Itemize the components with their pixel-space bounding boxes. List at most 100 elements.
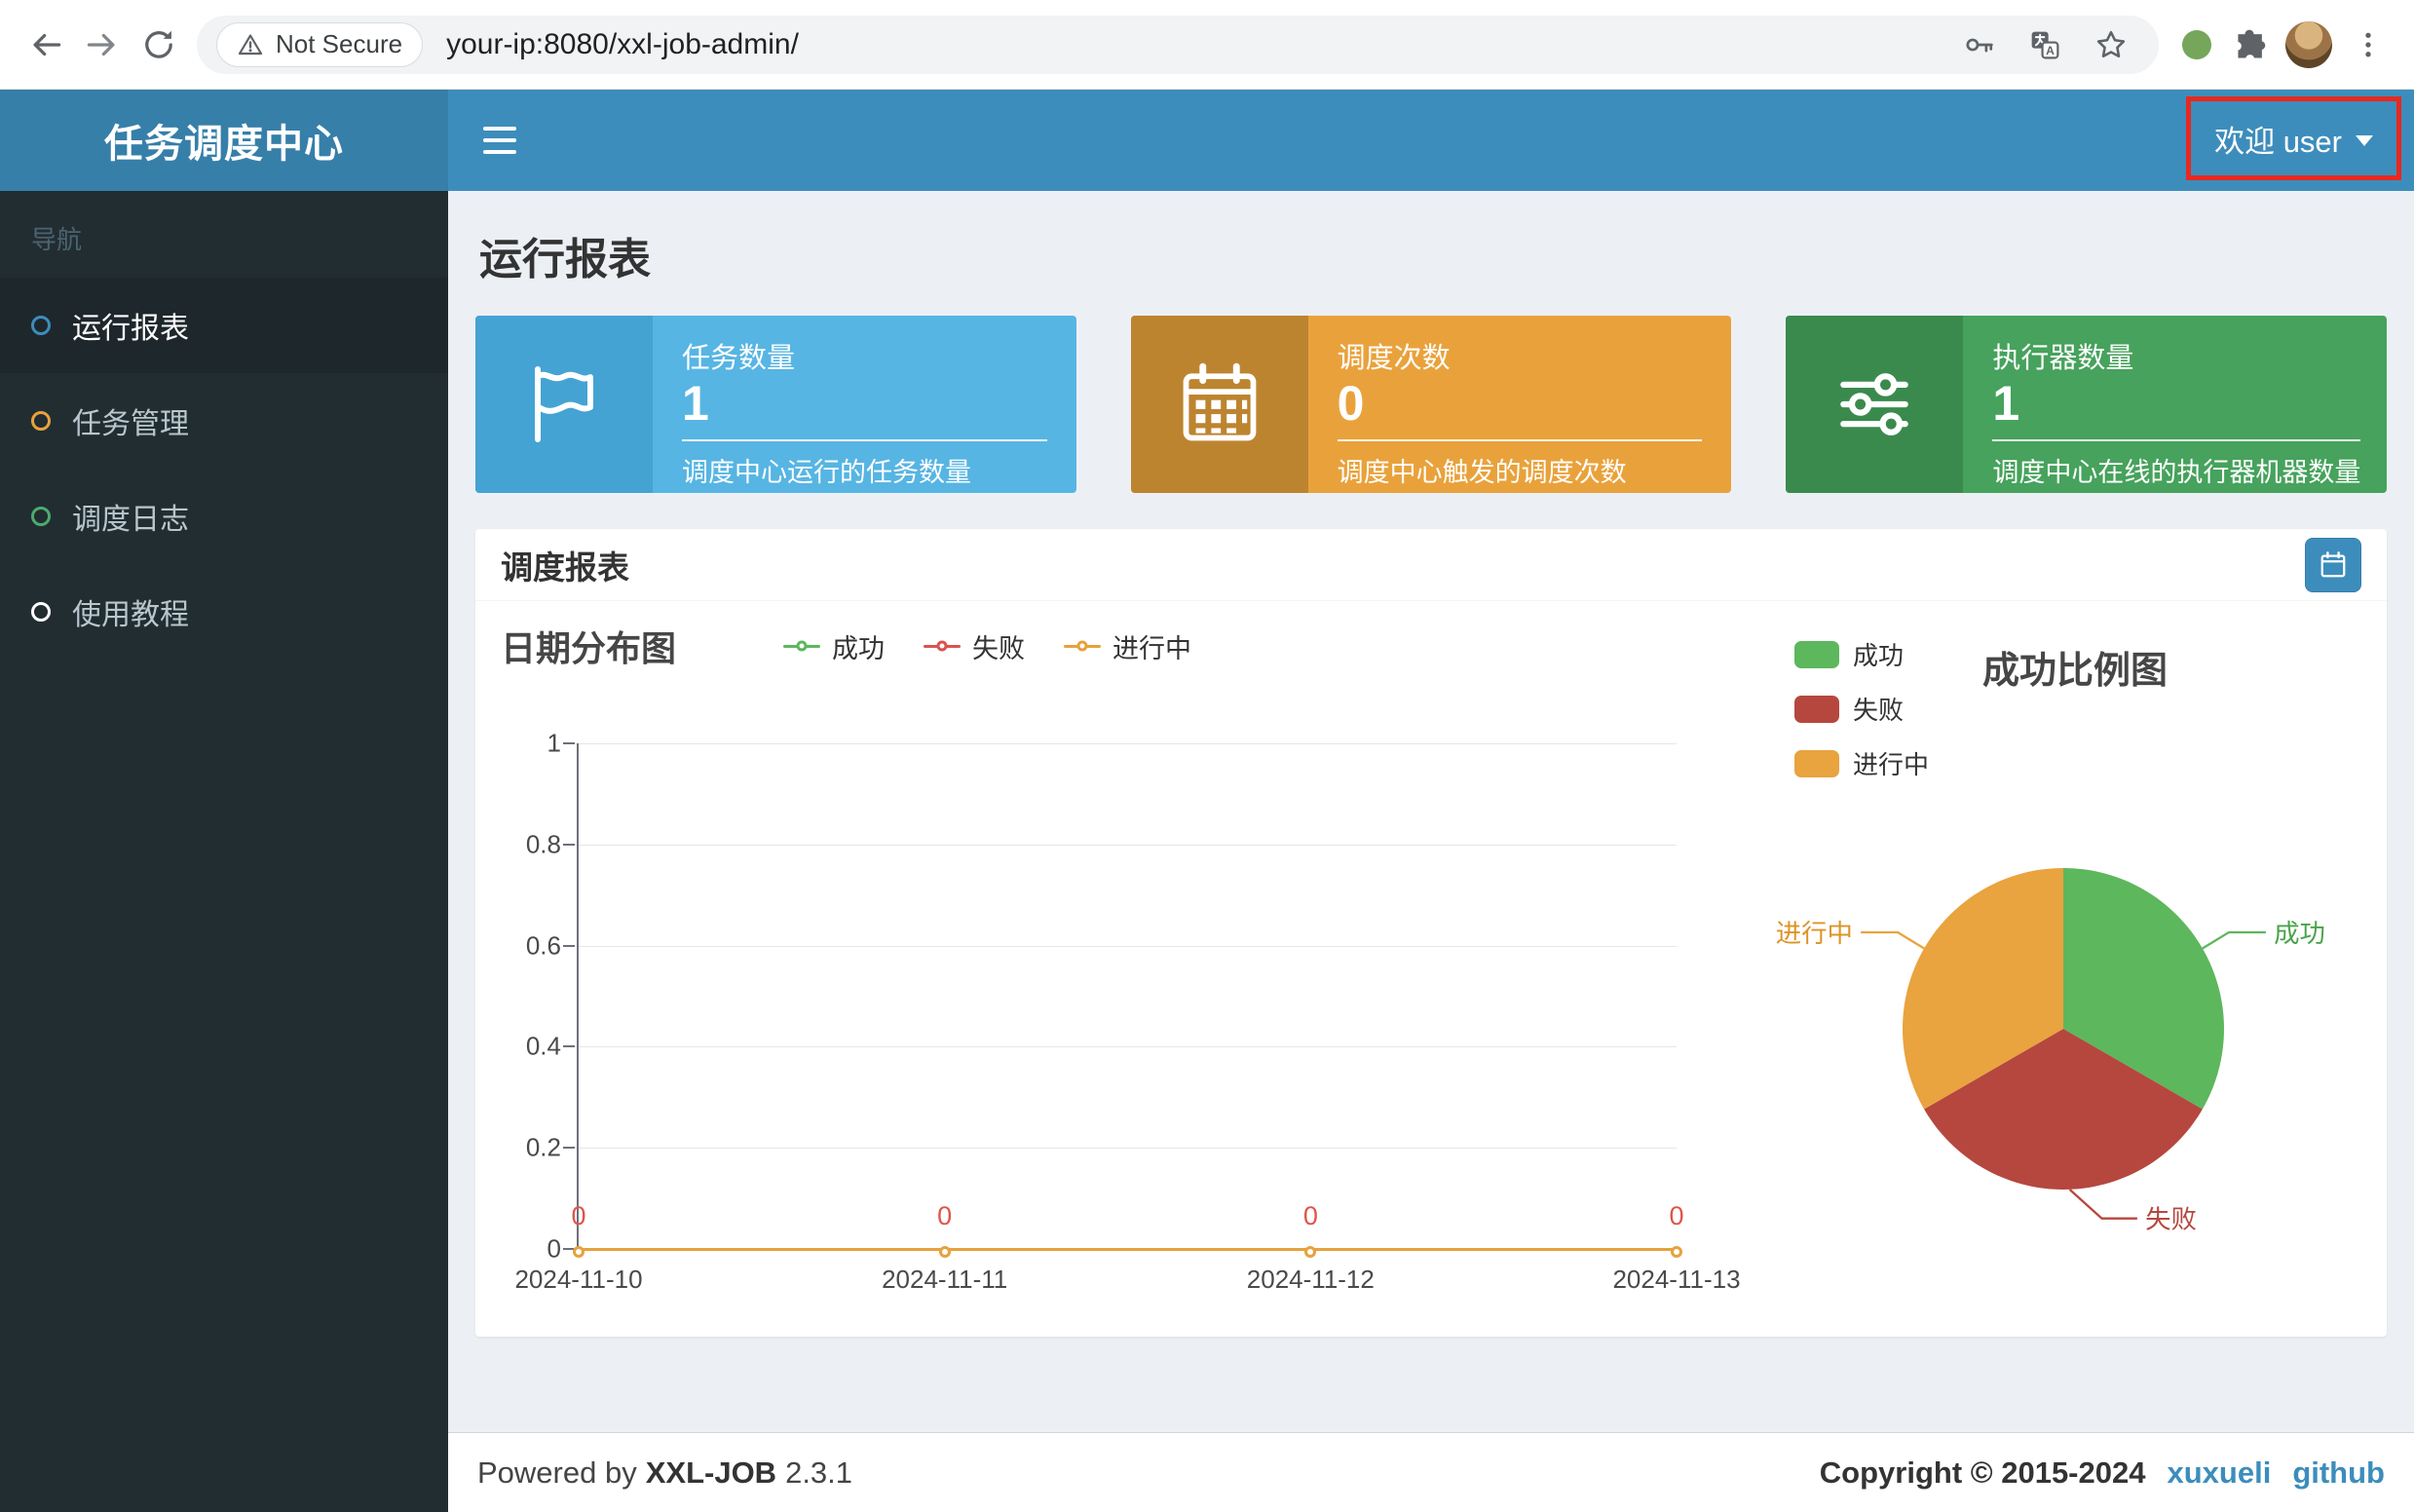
user-dropdown-label: 欢迎 user — [2214, 117, 2342, 161]
legend-line-marker-icon — [1064, 645, 1101, 648]
top-navbar: 欢迎 user — [448, 90, 2414, 191]
panel-title: 调度报表 — [501, 542, 629, 588]
legend-label: 进行中 — [1113, 627, 1191, 665]
legend-item-running[interactable]: 进行中 — [1064, 627, 1191, 665]
pie-label-fail: 失败 — [2145, 1205, 2197, 1234]
legend-label: 成功 — [1853, 636, 1904, 672]
point-value-label: 0 — [1303, 1201, 1318, 1231]
sliders-icon — [1786, 316, 1963, 493]
x-axis-tick: 2024-11-11 — [882, 1265, 1007, 1295]
product-name: XXL-JOB — [646, 1455, 776, 1491]
x-axis-tick: 2024-11-10 — [514, 1265, 642, 1295]
point-value-label: 0 — [1669, 1201, 1683, 1231]
sidebar-item-label: 运行报表 — [72, 304, 189, 347]
stat-box-trigger-count: 调度次数 0 调度中心触发的调度次数 — [1131, 316, 1732, 493]
stat-title: 调度次数 — [1338, 335, 1703, 376]
circle-icon — [31, 316, 51, 335]
warning-icon — [237, 31, 264, 58]
legend-item-fail[interactable]: 失败 — [924, 627, 1025, 665]
point-value-label: 0 — [937, 1201, 952, 1231]
divider — [1338, 439, 1703, 441]
extensions-puzzle-icon[interactable] — [2221, 17, 2278, 73]
github-link[interactable]: github — [2292, 1455, 2385, 1491]
divider — [1992, 439, 2360, 441]
app-header: 任务调度中心 欢迎 user — [0, 90, 2414, 191]
legend-item-success[interactable]: 成功 — [783, 627, 885, 665]
forward-icon[interactable] — [74, 17, 131, 73]
sidebar-item-help[interactable]: 使用教程 — [0, 564, 448, 660]
data-point — [573, 1246, 585, 1258]
app-logo[interactable]: 任务调度中心 — [0, 90, 448, 191]
point-value-label: 0 — [571, 1201, 585, 1231]
back-icon[interactable] — [18, 17, 74, 73]
xuxueli-link[interactable]: xuxueli — [2167, 1455, 2271, 1491]
success-ratio-chart: 成功 失败 进行中 成功 — [1742, 623, 2387, 1337]
divider — [682, 439, 1047, 441]
product-version: 2.3.1 — [785, 1455, 852, 1491]
stat-box-executor-count: 执行器数量 1 调度中心在线的执行器机器数量 — [1786, 316, 2387, 493]
annotation-highlight-box: 欢迎 user — [2186, 96, 2401, 180]
browser-menu-icon[interactable] — [2340, 17, 2396, 73]
stat-value: 1 — [1992, 376, 2360, 431]
profile-avatar[interactable] — [2285, 21, 2332, 68]
line-chart-legend: 成功 失败 进行中 — [783, 627, 1191, 665]
address-bar[interactable]: Not Secure your-ip:8080/xxl-job-admin/ A — [197, 16, 2159, 74]
y-axis-tick: 1 — [547, 729, 561, 759]
stat-value: 1 — [682, 376, 1047, 431]
sidebar: 导航 运行报表 任务管理 调度日志 使用教程 — [0, 191, 448, 1512]
running-series-line — [579, 1248, 1677, 1251]
report-panel: 调度报表 日期分布图 — [475, 529, 2387, 1337]
circle-icon — [31, 507, 51, 526]
bookmark-star-icon[interactable] — [2083, 17, 2139, 73]
stat-title: 任务数量 — [682, 335, 1047, 376]
legend-line-marker-icon — [924, 645, 961, 648]
sidebar-toggle-icon[interactable] — [483, 127, 516, 154]
legend-line-marker-icon — [783, 645, 820, 648]
legend-item-fail[interactable]: 失败 — [1794, 691, 1929, 727]
stat-title: 执行器数量 — [1992, 335, 2360, 376]
svg-text:A: A — [2046, 44, 2055, 57]
reload-icon[interactable] — [131, 17, 187, 73]
legend-label: 失败 — [972, 627, 1025, 665]
url-text[interactable]: your-ip:8080/xxl-job-admin/ — [446, 28, 1950, 61]
date-range-button[interactable] — [2305, 538, 2361, 592]
powered-by-text: Powered by — [477, 1455, 637, 1491]
y-axis-tick: 0.8 — [526, 829, 561, 859]
pie-chart-legend: 成功 失败 进行中 — [1794, 636, 1929, 781]
copyright-text: Copyright © 2015-2024 — [1820, 1455, 2146, 1491]
pie-label-success: 成功 — [2274, 919, 2325, 948]
sidebar-item-dashboard[interactable]: 运行报表 — [0, 278, 448, 373]
security-badge[interactable]: Not Secure — [216, 22, 423, 67]
password-key-icon[interactable] — [1950, 17, 2007, 73]
sidebar-item-job-log[interactable]: 调度日志 — [0, 469, 448, 564]
sidebar-item-label: 使用教程 — [72, 590, 189, 633]
legend-label: 成功 — [832, 627, 885, 665]
flag-icon — [475, 316, 653, 493]
data-point — [1671, 1246, 1682, 1258]
stat-description: 调度中心运行的任务数量 — [682, 451, 1047, 489]
security-badge-label: Not Secure — [276, 29, 402, 59]
legend-item-success[interactable]: 成功 — [1794, 636, 1929, 672]
pie-label-running: 进行中 — [1776, 919, 1853, 948]
sidebar-item-job-manage[interactable]: 任务管理 — [0, 373, 448, 469]
stat-description: 调度中心触发的调度次数 — [1338, 451, 1703, 489]
extension-dot-icon[interactable] — [2182, 30, 2211, 59]
stat-row: 任务数量 1 调度中心运行的任务数量 调度次数 0 — [475, 316, 2387, 493]
stat-description: 调度中心在线的执行器机器数量 — [1992, 451, 2360, 489]
x-axis-tick: 2024-11-12 — [1247, 1265, 1375, 1295]
chevron-down-icon — [2356, 135, 2373, 146]
sidebar-item-label: 调度日志 — [72, 495, 189, 538]
legend-swatch-icon — [1794, 696, 1839, 723]
user-dropdown[interactable]: 欢迎 user — [2214, 117, 2373, 161]
line-chart-title: 日期分布图 — [501, 623, 676, 671]
data-point — [939, 1246, 951, 1258]
calendar-icon — [1131, 316, 1308, 493]
main-content: 运行报表 任务数量 1 调度中心运行的任务数量 — [448, 191, 2414, 1512]
translate-icon[interactable]: A — [2017, 17, 2073, 73]
stat-box-job-count: 任务数量 1 调度中心运行的任务数量 — [475, 316, 1076, 493]
y-axis-tick: 0.2 — [526, 1133, 561, 1163]
legend-swatch-icon — [1794, 641, 1839, 668]
circle-icon — [31, 411, 51, 431]
browser-toolbar: Not Secure your-ip:8080/xxl-job-admin/ A — [0, 0, 2414, 90]
sidebar-item-label: 任务管理 — [72, 399, 189, 442]
